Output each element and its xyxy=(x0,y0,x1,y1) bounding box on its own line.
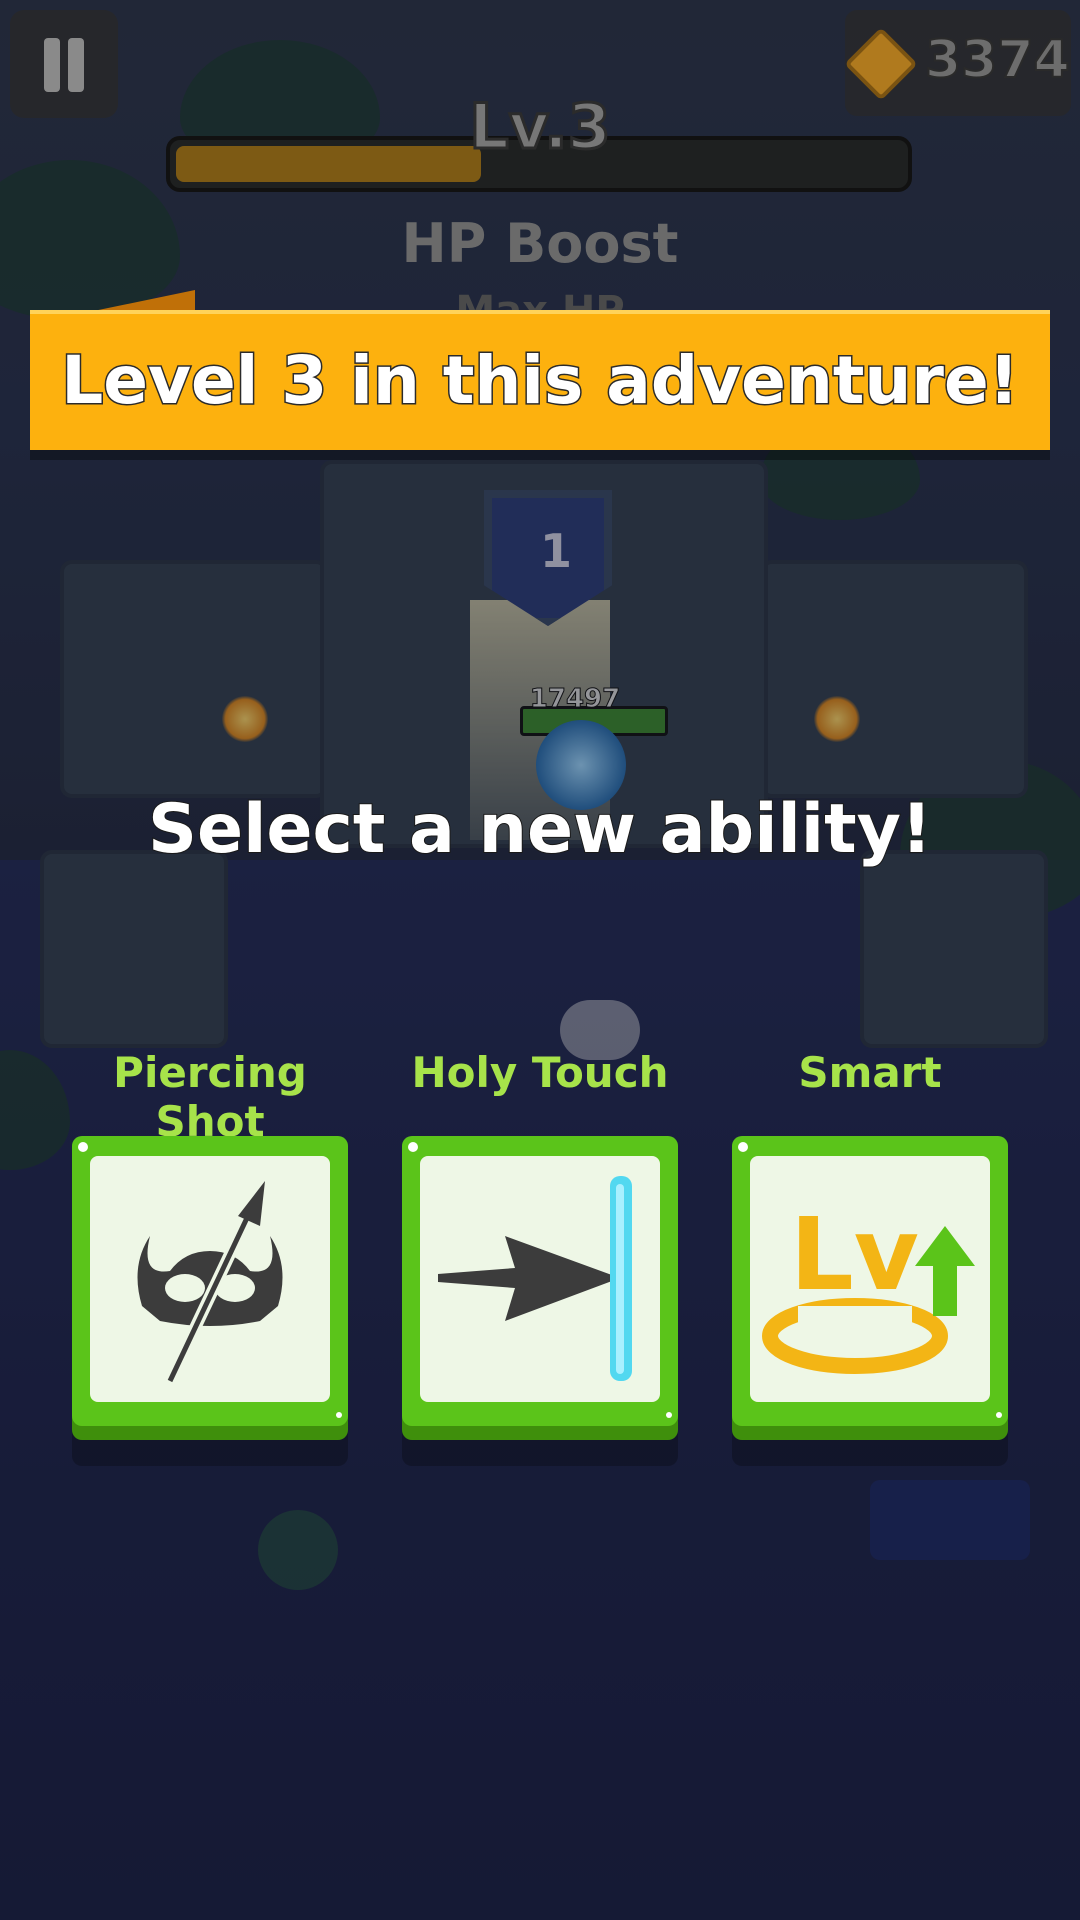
level-label: Lv.3 xyxy=(468,89,613,165)
gem-counter: 3374 xyxy=(844,10,1071,116)
last-ability-title: HP Boost xyxy=(401,212,679,275)
pause-icon xyxy=(68,38,84,92)
card-shine xyxy=(78,1142,88,1152)
level-banner: Level 3 in this adventure! xyxy=(30,310,1050,450)
ability-name-1: Piercing Shot xyxy=(113,1048,307,1146)
card-face xyxy=(420,1156,660,1402)
helmet-pierce-icon xyxy=(137,1181,283,1384)
ability-name-3: Smart xyxy=(798,1048,942,1097)
card-face: Lv xyxy=(750,1156,990,1402)
ability-card-holy-touch[interactable] xyxy=(402,1136,678,1426)
gem-count: 3374 xyxy=(924,29,1071,91)
ability-name-2: Holy Touch xyxy=(411,1048,669,1097)
ability-card-smart[interactable]: Lv xyxy=(732,1136,1008,1426)
banner-text: Level 3 in this adventure! xyxy=(60,341,1021,421)
card-shine xyxy=(336,1412,342,1418)
xp-bar-fill xyxy=(176,146,481,182)
pause-icon xyxy=(44,38,60,92)
card-shine xyxy=(996,1412,1002,1418)
pause-button[interactable] xyxy=(10,10,118,118)
card-shine xyxy=(666,1412,672,1418)
gem-icon xyxy=(844,27,918,101)
card-face xyxy=(90,1156,330,1402)
card-shine xyxy=(738,1142,748,1152)
ability-card-piercing-shot[interactable] xyxy=(72,1136,348,1426)
select-ability-prompt: Select a new ability! xyxy=(147,789,933,870)
level-up-text: Lv xyxy=(790,1196,919,1313)
card-shine xyxy=(408,1142,418,1152)
arrow-wall-icon xyxy=(438,1176,632,1381)
